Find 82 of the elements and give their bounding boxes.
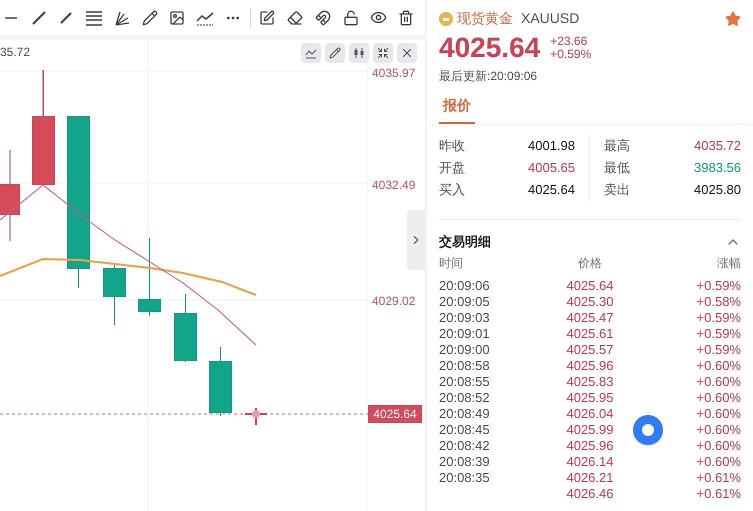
high-marker: 35.72 — [0, 46, 30, 58]
shrink-icon[interactable] — [373, 43, 393, 63]
candle — [174, 294, 197, 362]
trade-time: 20:09:00 — [439, 343, 491, 356]
trade-price: 4026.14 — [566, 455, 614, 468]
candle — [103, 264, 126, 326]
stat-label: 最低 — [604, 159, 630, 178]
candle — [209, 346, 232, 416]
trade-price: 4026.04 — [566, 407, 614, 420]
trade-change: +0.60% — [696, 375, 741, 388]
trade-time: 20:08:35 — [439, 471, 491, 484]
trade-price: 4026.21 — [566, 471, 614, 484]
coin-icon — [439, 12, 453, 26]
stat-value: 4025.64 — [528, 181, 575, 200]
stat-label: 开盘 — [439, 159, 465, 178]
trade-time: 20:08:45 — [439, 423, 491, 436]
trade-price: 4025.30 — [566, 295, 614, 308]
stat-label: 最高 — [604, 137, 630, 156]
trade-time: 20:09:06 — [439, 279, 491, 292]
stat-value: 4025.80 — [694, 181, 741, 200]
trade-time: 20:08:42 — [439, 439, 491, 452]
trade-price: 4025.83 — [566, 375, 614, 388]
favorite-star-icon[interactable] — [725, 10, 741, 26]
price-change: +23.66 — [550, 35, 588, 48]
trade-change: +0.61% — [696, 487, 741, 500]
price-change-percent: +0.59% — [550, 48, 592, 61]
column-header: 涨幅 — [716, 254, 741, 272]
trade-time: 20:08:55 — [439, 375, 491, 388]
trade-price: 4025.57 — [566, 343, 614, 356]
stat-value: 4035.72 — [694, 137, 741, 156]
trade-change: +0.60% — [696, 359, 741, 372]
last-update: 最后更新:20:09:06 — [439, 68, 538, 85]
column-header: 价格 — [576, 254, 603, 272]
last-price: 4025.64 — [439, 31, 540, 65]
close-icon[interactable] — [397, 43, 417, 63]
column-header: 时间 — [439, 254, 464, 272]
trade-change: +0.60% — [696, 423, 741, 436]
trade-time: 20:09:01 — [439, 327, 491, 340]
stat-label: 昨收 — [439, 137, 465, 156]
trade-price: 4025.47 — [566, 311, 614, 324]
trade-price: 4025.96 — [566, 359, 614, 372]
trade-time: 20:08:49 — [439, 407, 491, 420]
trade-change: +0.60% — [696, 455, 741, 468]
candles-icon[interactable] — [349, 43, 369, 63]
stat-value: 4001.98 — [528, 137, 575, 156]
trade-price: 4025.99 — [566, 423, 614, 436]
trade-change: +0.58% — [696, 295, 741, 308]
instrument-name: 现货黄金 — [457, 9, 513, 28]
indicator-icon[interactable] — [301, 43, 321, 63]
trade-price: 4025.64 — [566, 279, 614, 292]
candle-wick — [42, 70, 44, 116]
trade-time: 20:08:52 — [439, 391, 491, 404]
chat-button[interactable] — [633, 415, 663, 445]
trade-time: 20:08:39 — [439, 455, 491, 468]
trade-time: 20:09:05 — [439, 295, 491, 308]
stat-label: 卖出 — [604, 181, 630, 200]
trade-time: 20:09:03 — [439, 311, 491, 324]
trade-change: +0.61% — [696, 471, 741, 484]
trade-change: +0.59% — [696, 327, 741, 340]
section-title: 交易明细 — [439, 233, 491, 251]
instrument-symbol: XAUUSD — [521, 9, 580, 28]
trade-change: +0.60% — [696, 407, 741, 420]
trade-price: 4025.61 — [566, 327, 614, 340]
trade-price: 4025.96 — [566, 439, 614, 452]
trade-price: 4026.46 — [566, 487, 614, 500]
trade-change: +0.60% — [696, 439, 741, 452]
stat-value: 4005.65 — [528, 159, 575, 178]
axis-label: 4029.02 — [372, 295, 416, 307]
axis-label: 4035.97 — [372, 67, 416, 79]
pencil-icon[interactable] — [325, 43, 345, 63]
trade-price: 4025.95 — [566, 391, 614, 404]
trade-change: +0.59% — [696, 343, 741, 356]
current-candle — [244, 407, 268, 426]
current-price-label: 4025.64 — [368, 405, 422, 423]
trade-change: +0.59% — [696, 279, 741, 292]
stat-value: 3983.56 — [694, 159, 741, 178]
trade-time: 20:08:58 — [439, 359, 491, 372]
trade-change: +0.60% — [696, 391, 741, 404]
chat-bubble-icon — [641, 423, 655, 437]
axis-label: 4032.49 — [372, 179, 416, 191]
trade-change: +0.59% — [696, 311, 741, 324]
stat-label: 买入 — [439, 181, 465, 200]
